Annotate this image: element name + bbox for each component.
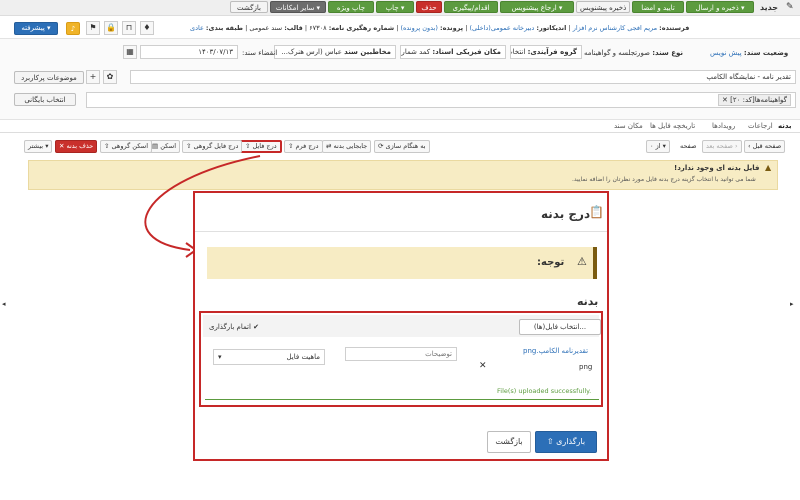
- lock-open-icon[interactable]: ⊓: [122, 21, 136, 35]
- print-button[interactable]: چاپ ▾: [376, 1, 414, 13]
- upload-done-label: اتمام بارگذاری ✔: [209, 323, 259, 331]
- doctype-field[interactable]: نوع سند: صورتجلسه و گواهینامه: [584, 49, 683, 57]
- dialog-warning-text: توجه:: [537, 257, 565, 268]
- paw-icon[interactable]: ✿: [103, 70, 117, 84]
- dialog-back-button[interactable]: بازگشت: [487, 431, 531, 453]
- section-title: بدنه: [577, 295, 599, 308]
- dialog-title: درج بدنه: [541, 207, 591, 221]
- delete-button[interactable]: حذف: [416, 1, 442, 13]
- more-button[interactable]: بیشتر ▾: [24, 140, 53, 153]
- page-select[interactable]: از ۰ ▾: [646, 140, 670, 153]
- upload-panel: انتخاب فایل(ها)... اتمام بارگذاری ✔ png.…: [199, 311, 603, 407]
- tab-referrals[interactable]: ارجاعات: [748, 122, 773, 130]
- insert-body-dialog: درج بدنه 📋 توجه: ⚠ بدنه انتخاب فایل(ها).…: [193, 191, 609, 461]
- physical-location-field[interactable]: مکان فیزیکی اسناد: کمد شماره۲: [400, 45, 506, 59]
- archive-input[interactable]: گواهینامه‌ها[کد: ۲۰] ✕: [86, 92, 796, 108]
- upload-button[interactable]: ⇧ بارگذاری: [535, 431, 597, 453]
- file-ext: png: [579, 363, 593, 371]
- audience-field[interactable]: مخاطبین سند عباس (ارس هنرک...: [274, 45, 396, 59]
- header-info: فرستنده: مریم افجی کارشناس نرم افزار | ا…: [190, 24, 690, 32]
- save-send-button[interactable]: ذخیره و ارسال ▾: [686, 1, 754, 13]
- move-body-button[interactable]: ⇄ جابجایی بدنه: [322, 140, 372, 153]
- other-options-button[interactable]: سایر امکانات ▾: [270, 1, 326, 13]
- description-input[interactable]: [345, 347, 457, 361]
- page-label: صفحه: [680, 142, 697, 150]
- upload-success-text: File(s) uploaded successfully.: [497, 387, 592, 395]
- expire-date-input[interactable]: ۱۴۰۳/۰۷/۱۳: [140, 45, 238, 59]
- expire-label: انقضاء سند:: [242, 49, 278, 57]
- dialog-warning-icon: ⚠: [577, 255, 587, 268]
- microphone-icon[interactable]: ♦: [140, 21, 154, 35]
- file-name[interactable]: png.تقدیرنامه الکامپ: [523, 347, 588, 355]
- scroll-right-icon[interactable]: ▸: [790, 300, 794, 308]
- approve-sign-button[interactable]: تایید و امضا: [632, 1, 684, 13]
- upload-progress: [205, 399, 599, 400]
- file-nature-select[interactable]: ماهیت فایل ▾: [213, 349, 325, 365]
- delete-body-button[interactable]: ✕ حذف بدنه: [55, 140, 98, 153]
- sync-button[interactable]: ⟳ به هنگام سازی: [374, 140, 430, 153]
- topics-button[interactable]: موضوعات پرکاربرد: [14, 71, 84, 84]
- save-draft-button[interactable]: ذخیره پیشنویس: [576, 1, 630, 13]
- tab-body[interactable]: بدنه: [778, 122, 792, 130]
- process-group-field[interactable]: گروه فرآیندی: انتخاب نشده: [510, 45, 582, 59]
- edit-icon: ✎: [786, 2, 794, 12]
- next-page-button[interactable]: صفحه بعد ›: [702, 140, 742, 153]
- tab-file-history[interactable]: تاریخچه فایل ها: [650, 122, 695, 130]
- notice-title: فایل بدنه ای وجود ندارد!: [674, 164, 760, 172]
- choose-files-button[interactable]: انتخاب فایل(ها)...: [519, 319, 601, 335]
- add-icon[interactable]: +: [86, 70, 100, 84]
- status-field: وضعیت سند: پیش نویس: [710, 49, 789, 57]
- subject-input[interactable]: تقدیر نامه - نمایشگاه الکامپ: [130, 70, 796, 84]
- warning-icon: ▲: [765, 163, 772, 172]
- notice-text: شما می توانید با انتخاب گزینه درج بدنه ف…: [572, 176, 756, 183]
- archive-select-button[interactable]: انتخاب بایگانی: [14, 93, 76, 106]
- prev-page-button[interactable]: ‹ صفحه قبل: [744, 140, 786, 153]
- action-followup-button[interactable]: اقدام/پیگیری: [444, 1, 498, 13]
- calendar-icon[interactable]: ▦: [123, 45, 137, 59]
- archive-chip[interactable]: گواهینامه‌ها[کد: ۲۰] ✕: [718, 94, 791, 106]
- form-title: جدید: [760, 3, 779, 12]
- lock-icon[interactable]: 🔒: [104, 21, 118, 35]
- dialog-divider: [195, 231, 607, 232]
- tab-events[interactable]: رویدادها: [712, 122, 735, 130]
- scroll-left-icon[interactable]: ◂: [2, 300, 6, 308]
- refer-draft-button[interactable]: ارجاع پیشنویس ▾: [500, 1, 574, 13]
- clipboard-icon: 📋: [589, 205, 604, 219]
- bell-icon[interactable]: ♪: [66, 22, 80, 35]
- remove-file-icon[interactable]: ✕: [479, 361, 487, 371]
- flag-icon[interactable]: ⚑: [86, 21, 100, 35]
- tab-location[interactable]: مکان سند: [614, 122, 643, 130]
- back-button[interactable]: بازگشت: [230, 1, 268, 13]
- print-special-button[interactable]: چاپ ویژه: [328, 1, 374, 13]
- advanced-button[interactable]: پیشرفته ▾: [14, 22, 58, 35]
